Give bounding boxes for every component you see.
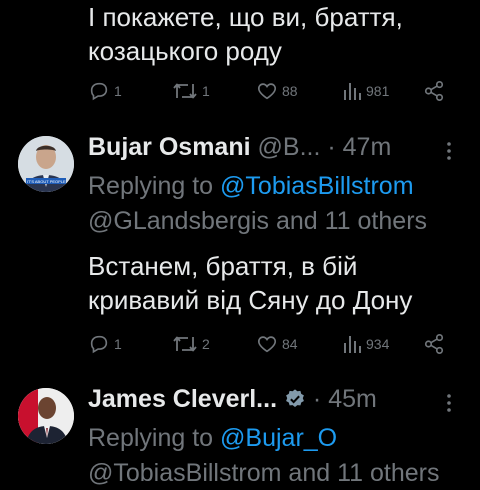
tweet2-like-button[interactable]: 84 bbox=[256, 332, 298, 356]
tweet2-author-name[interactable]: Bujar Osmani bbox=[88, 133, 251, 161]
tweet2-mention-others[interactable]: @GLandsbergis and 11 others bbox=[88, 204, 427, 238]
tweet2-text-line2: кривавий від Сяну до Дону bbox=[88, 285, 413, 315]
more-vertical-icon bbox=[447, 394, 451, 412]
tweet1-like-button[interactable]: 88 bbox=[256, 79, 298, 103]
verified-badge-icon bbox=[286, 389, 304, 407]
tweet2-share-button[interactable] bbox=[423, 332, 445, 356]
tweet2-more-button[interactable] bbox=[444, 140, 454, 167]
tweet2-reply-button[interactable]: 1 bbox=[88, 332, 122, 356]
tweet2-retweet-count: 2 bbox=[202, 336, 210, 352]
bujar-osmani-avatar[interactable]: IT'S ABOUT PEOPLE bbox=[18, 136, 74, 192]
tweet2-like-count: 84 bbox=[282, 336, 298, 352]
tweet1-retweet-button[interactable]: 1 bbox=[172, 79, 210, 103]
tweet3-more-button[interactable] bbox=[444, 392, 454, 419]
tweet1-action-bar: 1 1 88 981 bbox=[88, 79, 460, 103]
tweet2-header: Bujar Osmani @B... · 47m bbox=[88, 133, 391, 162]
tweet1-view-count: 981 bbox=[366, 83, 390, 99]
tweet1-share-button[interactable] bbox=[423, 79, 445, 103]
retweet-icon bbox=[173, 336, 197, 352]
reply-icon bbox=[90, 335, 108, 354]
tweet2-reply-count: 1 bbox=[114, 336, 122, 352]
tweet2-views-button[interactable]: 934 bbox=[342, 332, 389, 356]
tweet1-like-count: 88 bbox=[282, 83, 298, 99]
tweet3-replying-line: Replying to @Bujar_O bbox=[88, 421, 337, 455]
tweet2-mention-tobias[interactable]: @TobiasBillstrom bbox=[220, 172, 413, 200]
tweet2-text-line1: Встанем, браття, в бій bbox=[88, 251, 358, 281]
tweet3-header: James Cleverl... · 45m bbox=[88, 385, 377, 414]
tweet1-text-line1: І покажете, що ви, браття, bbox=[88, 2, 403, 32]
views-icon bbox=[344, 336, 361, 353]
tweet2-timestamp[interactable]: 47m bbox=[343, 133, 392, 161]
tweet1-retweet-count: 1 bbox=[202, 83, 210, 99]
tweet3-author-name[interactable]: James Cleverl... bbox=[88, 385, 277, 413]
share-icon bbox=[424, 81, 444, 101]
share-icon bbox=[424, 334, 444, 354]
tweet2-action-bar: 1 2 84 934 bbox=[88, 332, 460, 356]
views-icon bbox=[344, 83, 361, 100]
tweet2-view-count: 934 bbox=[366, 336, 390, 352]
tweet1-reply-button[interactable]: 1 bbox=[88, 79, 122, 103]
tweet1-text-line2: козацького роду bbox=[88, 36, 282, 66]
tweet3-replying-prefix: Replying to bbox=[88, 424, 221, 452]
avatar-photo bbox=[18, 388, 74, 444]
tweet3-mention-bujar[interactable]: @Bujar_O bbox=[220, 424, 337, 452]
tweet3-mention-others[interactable]: @TobiasBillstrom and 11 others bbox=[88, 456, 439, 490]
tweet2-author-handle[interactable]: @B... bbox=[258, 133, 321, 161]
tweet2-replying-line: Replying to @TobiasBillstrom bbox=[88, 169, 414, 203]
tweet3-timestamp[interactable]: 45m bbox=[328, 385, 377, 413]
tweet2-replying-prefix: Replying to bbox=[88, 172, 221, 200]
avatar-banner-text: IT'S ABOUT PEOPLE bbox=[27, 179, 66, 184]
more-vertical-icon bbox=[447, 142, 451, 160]
heart-icon bbox=[257, 83, 277, 100]
tweet3-separator: · bbox=[312, 385, 322, 413]
james-cleverly-avatar[interactable] bbox=[18, 388, 74, 444]
tweet2-retweet-button[interactable]: 2 bbox=[172, 332, 210, 356]
tweet1-reply-count: 1 bbox=[114, 83, 122, 99]
retweet-icon bbox=[173, 83, 197, 99]
tweet2-separator: · bbox=[327, 133, 336, 161]
reply-icon bbox=[90, 82, 108, 101]
heart-icon bbox=[257, 336, 277, 353]
tweet1-views-button[interactable]: 981 bbox=[342, 79, 389, 103]
